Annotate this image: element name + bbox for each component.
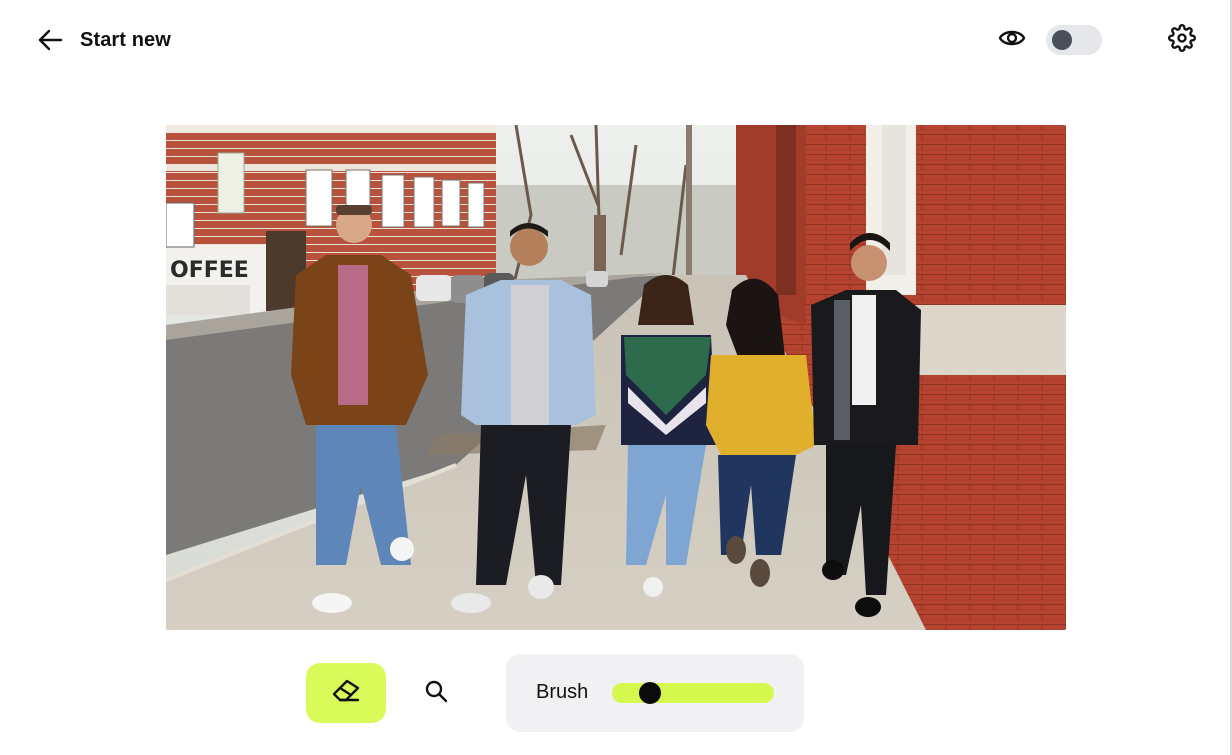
eraser-tool-button[interactable] xyxy=(306,663,386,723)
brush-label: Brush xyxy=(536,681,589,703)
arrow-left-icon xyxy=(34,24,66,56)
settings-button[interactable] xyxy=(1166,23,1198,57)
app-root: Start new OFFEE Brush xyxy=(0,0,1232,755)
brush-size-thumb[interactable] xyxy=(638,682,661,704)
image-canvas[interactable]: OFFEE xyxy=(166,125,1066,630)
start-new-button[interactable]: Start new xyxy=(34,24,171,56)
preview-button[interactable] xyxy=(996,24,1028,56)
toggle-knob xyxy=(1052,30,1072,50)
eraser-icon xyxy=(330,675,362,712)
zoom-tool-button[interactable] xyxy=(416,673,456,713)
eye-icon xyxy=(998,24,1026,57)
gear-icon xyxy=(1168,23,1196,57)
brush-size-slider[interactable] xyxy=(612,682,774,704)
svg-text:OFFEE: OFFEE xyxy=(170,258,249,283)
compare-toggle[interactable] xyxy=(1046,25,1102,55)
search-icon xyxy=(423,678,449,709)
photo: OFFEE xyxy=(166,125,1066,630)
start-new-label: Start new xyxy=(80,28,171,51)
brush-size-panel: Brush xyxy=(506,654,804,732)
